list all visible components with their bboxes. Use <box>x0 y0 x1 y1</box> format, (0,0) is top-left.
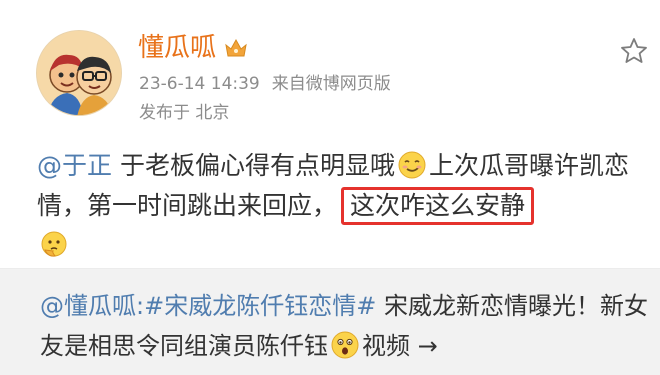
text-fade-overlay <box>510 329 660 375</box>
author-name[interactable]: 懂瓜呱 <box>138 32 216 64</box>
repost-hashtag-link[interactable]: #宋威龙陈仟钰恋情# <box>144 292 376 320</box>
avatar[interactable] <box>36 30 122 116</box>
repost-card[interactable]: @懂瓜呱:#宋威龙陈仟钰恋情# 宋威龙新恋情曝光！新女友是相思令同组演员陈仟钰 … <box>0 269 660 375</box>
shocked-emoji-icon <box>331 331 359 359</box>
post-source: 来自微博网页版 <box>271 74 391 94</box>
post-content: @于正 于老板偏心得有点明显哦 上次瓜哥曝许凯恋情，第一时间跳出来回应， 这次咋这… <box>37 146 647 266</box>
weibo-post: 懂瓜呱 23-6-14 14:39 来自微博网页版 发布于 北京 @于正 于老板偏… <box>0 0 660 268</box>
post-meta: 23-6-14 14:39 来自微博网页版 <box>139 72 391 96</box>
repost-text-2[interactable]: 视频 → <box>362 332 438 360</box>
mention-link[interactable]: @于正 <box>37 151 112 180</box>
post-author[interactable]: 懂瓜呱 <box>138 32 248 64</box>
smirk-emoji-icon <box>398 151 426 179</box>
post-timestamp[interactable]: 23-6-14 14:39 <box>139 74 260 94</box>
crown-icon <box>225 38 247 57</box>
thinking-emoji-icon <box>41 231 67 257</box>
star-outline-icon[interactable] <box>619 36 649 66</box>
highlighted-text: 这次咋这么安静 <box>341 187 535 225</box>
avatar-illustration <box>37 31 121 115</box>
content-text-1: 于老板偏心得有点明显哦 <box>112 151 395 180</box>
post-location: 发布于 北京 <box>139 103 230 123</box>
repost-user-link[interactable]: @懂瓜呱: <box>40 292 144 320</box>
